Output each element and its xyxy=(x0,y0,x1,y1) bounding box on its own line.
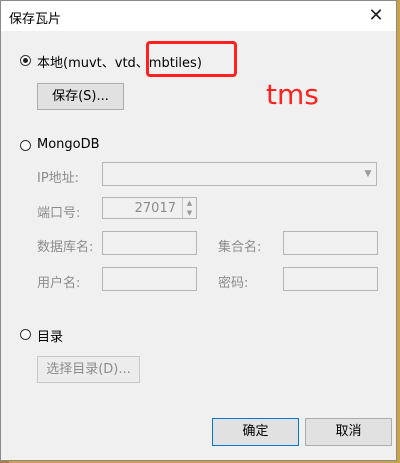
save-button[interactable]: 保存(S)... xyxy=(37,83,124,110)
db-name-label: 数据库名: xyxy=(37,240,94,255)
save-tiles-dialog: 保存瓦片 ✕ 本地(muvt、vtd、mbtiles) 保存(S)... tms… xyxy=(0,0,397,461)
mongodb-radio[interactable] xyxy=(20,140,31,151)
directory-label[interactable]: 目录 xyxy=(37,326,63,345)
collection-label: 集合名: xyxy=(218,240,262,255)
cancel-button[interactable]: 取消 xyxy=(305,418,392,446)
local-radio[interactable] xyxy=(20,55,31,66)
ip-label: IP地址: xyxy=(37,171,80,186)
title-bar: 保存瓦片 ✕ xyxy=(1,1,396,31)
window-title: 保存瓦片 xyxy=(9,12,62,27)
port-value: 27017 xyxy=(134,201,176,216)
annotation-highlight-box xyxy=(146,41,237,77)
choose-directory-button[interactable]: 选择目录(D)... xyxy=(37,356,140,383)
username-label: 用户名: xyxy=(37,276,81,291)
db-name-input[interactable] xyxy=(102,231,197,255)
close-icon[interactable]: ✕ xyxy=(364,4,388,28)
username-input[interactable] xyxy=(102,267,197,291)
password-input[interactable] xyxy=(283,267,378,291)
annotation-text: tms xyxy=(266,78,319,111)
collection-input[interactable] xyxy=(283,231,378,255)
mongodb-label[interactable]: MongoDB xyxy=(37,137,100,152)
stepper-arrows-icon[interactable]: ▲ ▼ xyxy=(182,198,196,218)
port-label: 端口号: xyxy=(37,206,81,221)
ip-dropdown[interactable]: ▼ xyxy=(102,162,377,186)
ok-button[interactable]: 确定 xyxy=(212,418,299,446)
directory-radio[interactable] xyxy=(20,329,31,340)
chevron-down-icon: ▼ xyxy=(364,169,372,179)
password-label: 密码: xyxy=(218,276,249,291)
port-stepper[interactable]: 27017 ▲ ▼ xyxy=(102,197,197,219)
